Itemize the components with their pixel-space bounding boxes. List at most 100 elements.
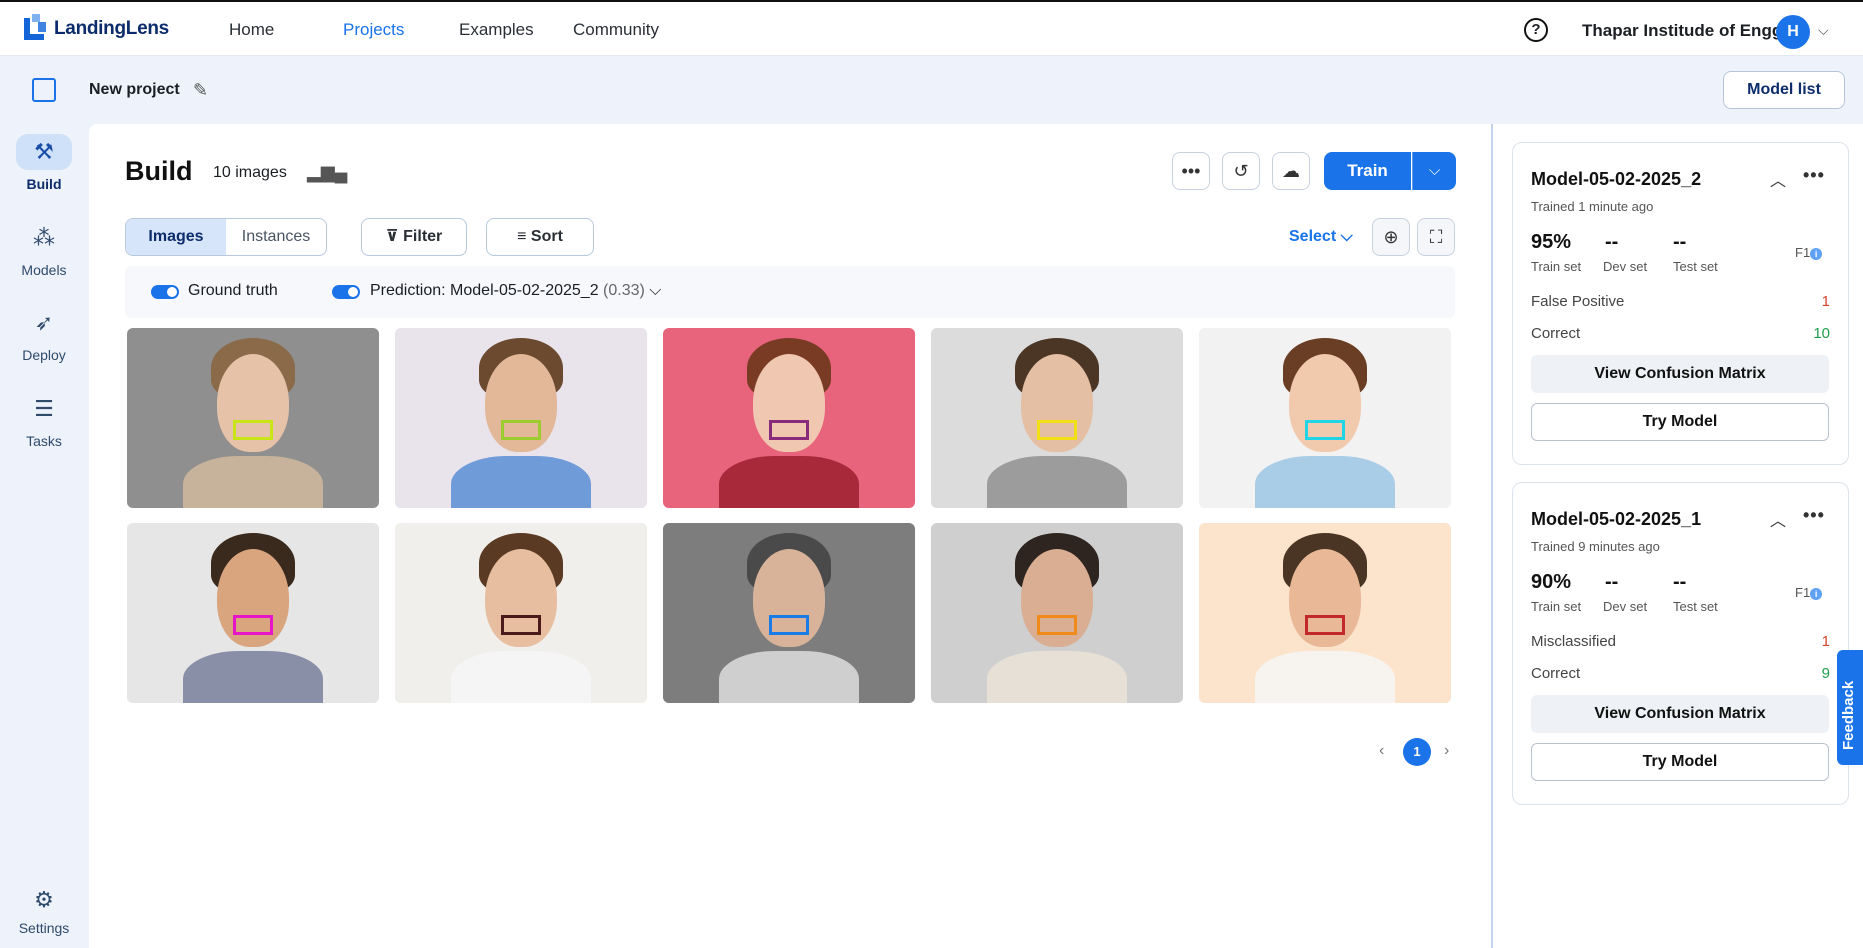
bounding-box[interactable]: [233, 615, 273, 635]
bounding-box[interactable]: [1305, 420, 1345, 440]
cloud-upload-icon[interactable]: ☁: [1272, 152, 1310, 190]
build-icon: ⚒: [16, 134, 72, 170]
test-set-label: Test set: [1673, 599, 1718, 614]
image-thumbnail[interactable]: [663, 328, 915, 508]
bounding-box[interactable]: [501, 615, 541, 635]
image-thumbnail[interactable]: [127, 523, 379, 703]
filter-icon: ⊽: [385, 228, 399, 245]
feedback-tab[interactable]: Feedback: [1837, 650, 1863, 765]
bounding-box[interactable]: [233, 420, 273, 440]
photo-body: [183, 651, 323, 703]
sort-icon: ≡: [517, 228, 527, 245]
more-options-button[interactable]: •••: [1803, 165, 1825, 186]
chevron-up-icon[interactable]: ︿: [1770, 167, 1786, 191]
ground-truth-toggle[interactable]: [151, 285, 179, 299]
image-thumbnail[interactable]: [395, 328, 647, 508]
landinglens-logo[interactable]: LandingLens: [24, 14, 169, 44]
filter-button[interactable]: ⊽ Filter: [361, 218, 467, 256]
image-thumbnail[interactable]: [931, 328, 1183, 508]
help-icon[interactable]: ?: [1524, 18, 1548, 42]
prediction-selector[interactable]: Prediction: Model-05-02-2025_2 (0.33) ⌵: [370, 282, 661, 300]
view-confusion-matrix-button[interactable]: View Confusion Matrix: [1531, 695, 1829, 733]
avatar[interactable]: H: [1776, 15, 1810, 49]
bounding-box[interactable]: [769, 420, 809, 440]
sidebar-item-build[interactable]: ⚒ Build: [0, 134, 88, 192]
photo: [931, 328, 1183, 508]
image-thumbnail[interactable]: [931, 523, 1183, 703]
prediction-toggle[interactable]: [332, 285, 360, 299]
nav-home[interactable]: Home: [229, 20, 274, 40]
train-button[interactable]: Train: [1324, 152, 1411, 190]
more-options-button[interactable]: •••: [1803, 505, 1825, 526]
pencil-icon[interactable]: ✎: [193, 80, 208, 101]
test-set-value: --: [1673, 571, 1687, 593]
model-card[interactable]: Model-05-02-2025_2 Trained 1 minute ago …: [1512, 142, 1849, 465]
row-label: Correct: [1531, 665, 1581, 682]
gear-icon: ⚙: [34, 887, 54, 912]
project-icon[interactable]: [32, 78, 56, 102]
more-options-button[interactable]: •••: [1172, 152, 1210, 190]
pager-current-page[interactable]: 1: [1403, 738, 1431, 766]
image-thumbnail[interactable]: [395, 523, 647, 703]
bounding-box[interactable]: [769, 615, 809, 635]
sidebar-item-tasks[interactable]: ☰ Tasks: [0, 391, 88, 449]
tab-images[interactable]: Images: [126, 219, 226, 255]
photo-body: [987, 651, 1127, 703]
focus-icon[interactable]: ⊕: [1372, 218, 1410, 256]
history-icon[interactable]: ↺: [1222, 152, 1260, 190]
sidebar-item-deploy[interactable]: ➶ Deploy: [0, 305, 88, 363]
scan-icon[interactable]: ⛶: [1417, 218, 1455, 256]
chevron-down-icon: ⌵: [649, 282, 662, 299]
row-label: Misclassified: [1531, 633, 1617, 650]
org-name[interactable]: Thapar Institude of Engg.: [1582, 21, 1787, 41]
bounding-box[interactable]: [501, 420, 541, 440]
f1-text: F1: [1795, 245, 1811, 260]
view-confusion-matrix-button[interactable]: View Confusion Matrix: [1531, 355, 1829, 393]
ground-truth-label: Ground truth: [188, 282, 278, 299]
nav-examples[interactable]: Examples: [459, 20, 534, 40]
bounding-box[interactable]: [1305, 615, 1345, 635]
image-thumbnail[interactable]: [127, 328, 379, 508]
try-model-button[interactable]: Try Model: [1531, 403, 1829, 441]
tab-instances[interactable]: Instances: [226, 219, 326, 255]
bar-chart-icon[interactable]: ▂▆▄: [307, 162, 347, 183]
train-dropdown-button[interactable]: ⌵: [1412, 152, 1456, 190]
tasks-icon: ☰: [34, 396, 54, 421]
bounding-box[interactable]: [1037, 420, 1077, 440]
nav-community[interactable]: Community: [573, 20, 659, 40]
chevron-up-icon[interactable]: ︿: [1770, 507, 1786, 531]
row-value: 9: [1821, 665, 1830, 682]
pager-prev-icon[interactable]: ‹: [1379, 742, 1384, 760]
photo: [127, 523, 379, 703]
info-icon[interactable]: i: [1810, 248, 1823, 260]
info-icon[interactable]: i: [1810, 588, 1823, 600]
model-card[interactable]: Model-05-02-2025_1 Trained 9 minutes ago…: [1512, 482, 1849, 805]
dev-set-label: Dev set: [1603, 599, 1648, 614]
photo: [931, 523, 1183, 703]
image-thumbnail[interactable]: [1199, 328, 1451, 508]
image-thumbnail[interactable]: [663, 523, 915, 703]
model-list-button[interactable]: Model list: [1723, 71, 1845, 109]
sort-button[interactable]: ≡ Sort: [486, 218, 594, 256]
nav-projects[interactable]: Projects: [343, 20, 404, 40]
photo-body: [719, 456, 859, 508]
select-dropdown[interactable]: Select ⌵: [1289, 228, 1353, 246]
photo: [663, 328, 915, 508]
sidebar-item-settings[interactable]: ⚙ Settings: [0, 882, 88, 936]
bounding-box[interactable]: [1037, 615, 1077, 635]
pager-next-icon[interactable]: ›: [1444, 742, 1449, 760]
annotation-toggle-bar: Ground truth Prediction: Model-05-02-202…: [125, 266, 1455, 318]
sidebar-item-models[interactable]: ⁂ Models: [0, 220, 88, 278]
photo: [1199, 523, 1451, 703]
chevron-down-icon: ⌵: [1340, 228, 1353, 245]
chevron-down-icon[interactable]: ⌵: [1818, 22, 1829, 39]
photo-body: [987, 456, 1127, 508]
sidebar-item-label: Models: [21, 262, 67, 278]
select-label: Select: [1289, 228, 1337, 245]
image-thumbnail[interactable]: [1199, 523, 1451, 703]
photo: [663, 523, 915, 703]
models-icon: ⁂: [33, 225, 55, 250]
try-model-button[interactable]: Try Model: [1531, 743, 1829, 781]
prediction-confidence: (0.33): [603, 282, 645, 299]
train-set-label: Train set: [1531, 599, 1582, 614]
